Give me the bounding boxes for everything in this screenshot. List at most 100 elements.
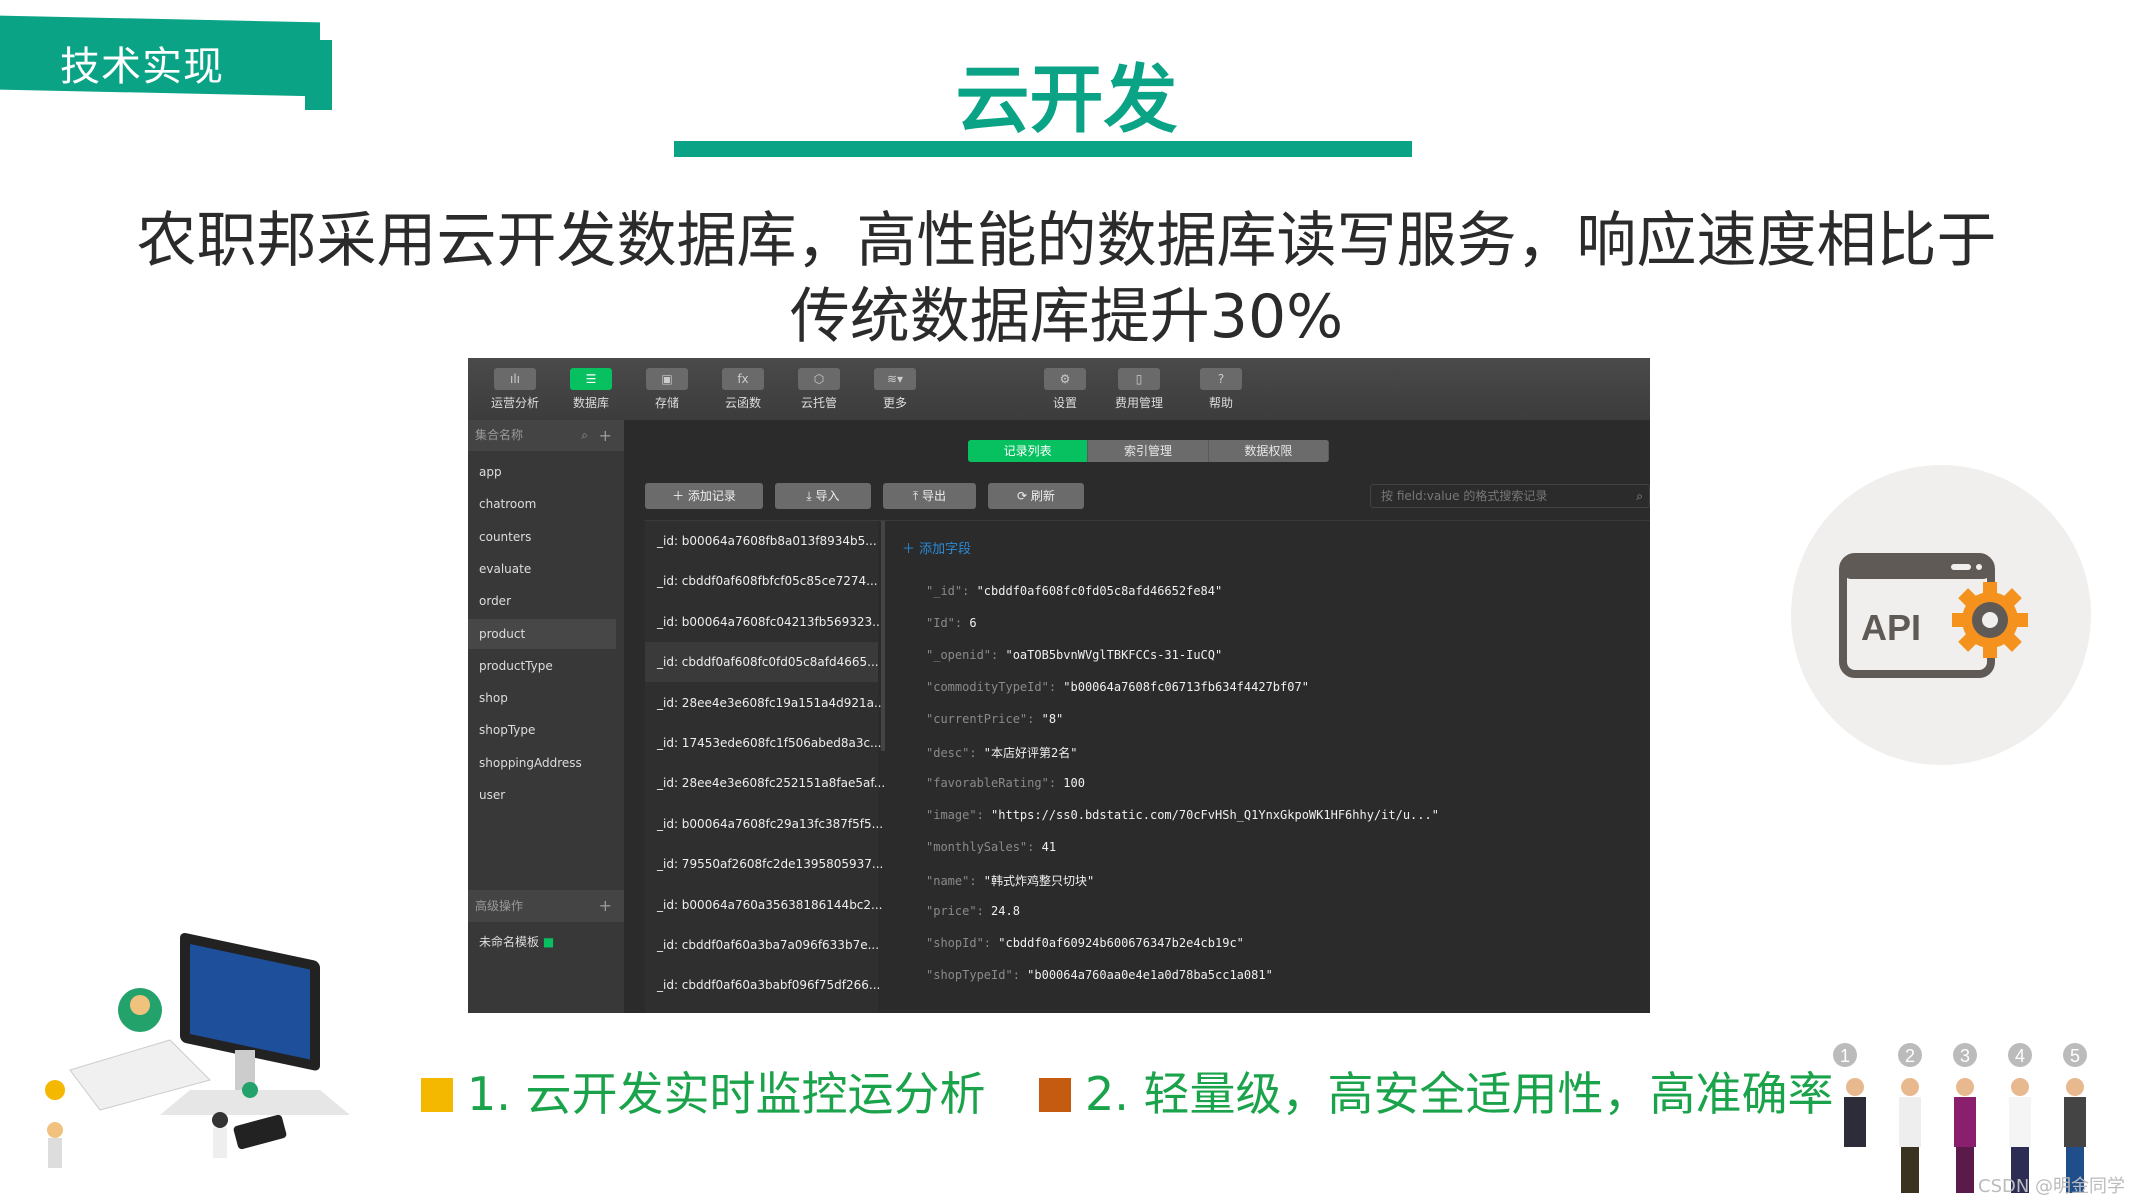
record-row[interactable]: _id: cbddf0af60a3babf096f75df266... [645,965,880,1005]
toolbar-function-button[interactable]: fx 云函数 [718,368,768,411]
toolbar-gear-button[interactable]: ⚙ 设置 [1040,368,1090,411]
export-button[interactable]: ⤒ 导出 [883,483,976,509]
tab-bar: 记录列表 索引管理 数据权限 [968,440,1329,462]
template-item[interactable]: 未命名模板 ■ [479,933,554,950]
record-field: "currentPrice": "8" [926,712,1063,726]
field-key: "commodityTypeId": [926,680,1064,694]
toolbar-box-button[interactable]: ⬡ 云托管 [794,368,844,411]
watermark: CSDN @明金同学 [1978,1176,2126,1197]
record-list-scrollbar[interactable] [881,521,885,751]
record-field: "favorableRating": 100 [926,776,1085,790]
function-icon: fx [722,368,764,390]
collection-item[interactable]: user [468,780,616,810]
field-value[interactable]: "cbddf0af608fc0fd05c8afd46652fe84" [977,584,1223,598]
gear-icon: ⚙ [1044,368,1086,390]
person-figure: 4 [2008,1043,2032,1193]
rank-number: 5 [2070,1046,2080,1066]
collection-item[interactable]: product [468,618,616,649]
billing-icon: ▯ [1118,368,1160,390]
field-value[interactable]: 6 [969,616,976,630]
record-row[interactable]: _id: 17453ede608fc1f506abed8a3c... [645,723,882,763]
record-row[interactable]: _id: 28ee4e3e608fc252151a8fae5af... [645,763,885,803]
field-value[interactable]: "oaTOB5bvnWVglTBKFCCs-31-IuCQ" [1005,648,1222,662]
field-value[interactable]: "韩式炸鸡整只切块" [984,874,1094,888]
record-row[interactable]: _id: 79550af2608fc2de1395805937... [645,844,883,884]
toolbar-billing-button[interactable]: ▯ 费用管理 [1114,368,1164,411]
field-value[interactable]: "b00064a7608fc06713fb634f4427bf07" [1063,680,1309,694]
toolbar-label: 云托管 [800,396,837,410]
record-field: "name": "韩式炸鸡整只切块" [926,872,1094,889]
advanced-ops-header: 高级操作 + [468,890,624,922]
rank-number: 1 [1840,1046,1850,1066]
bullet-square [1039,1078,1071,1112]
collection-item[interactable]: shoppingAddress [468,748,616,778]
field-value[interactable]: 41 [1042,840,1056,854]
database-console-screenshot: ılı 运营分析 ☰ 数据库 ▣ 存储 fx 云函数 ⬡ 云托管 ≋▾ 更多 ⚙ 设置 ▯ 费用管理? 帮助 集… [468,358,1650,1013]
save-icon: ▣ [646,368,688,390]
import-button[interactable]: ⤓ 导入 [775,483,871,509]
record-row[interactable]: _id: cbddf0af608fc0fd05c8afd4665... [645,642,879,683]
add-field-link[interactable]: ＋ 添加字段 [902,538,971,557]
collection-item[interactable]: chatroom [468,489,616,519]
rank-number: 4 [2015,1046,2025,1066]
refresh-button[interactable]: ⟳ 刷新 [988,483,1084,509]
field-value[interactable]: "8" [1042,712,1064,726]
field-value[interactable]: 100 [1063,776,1085,790]
toolbar-label: 云函数 [724,396,761,410]
collection-item[interactable]: shop [468,683,616,713]
toolbar-database-button[interactable]: ☰ 数据库 [566,368,616,411]
field-key: "shopId": [926,936,999,950]
record-row[interactable]: _id: cbddf0af608fbfcf05c85ce7274... [645,561,878,601]
slide-title: 云开发 [955,57,1178,143]
tab-0[interactable]: 记录列表 [968,440,1089,462]
record-field: "desc": "本店好评第2名" [926,744,1077,761]
console-toolbar: ılı 运营分析 ☰ 数据库 ▣ 存储 fx 云函数 ⬡ 云托管 ≋▾ 更多 ⚙ 设置 ▯ 费用管理 ? 帮助 [468,358,1650,420]
record-row[interactable]: _id: b00064a7608fb8a013f8934b5... [645,521,878,561]
subtitle-line1: 农职邦采用云开发数据库，高性能的数据库读写服务，响应速度相比于 [136,206,1997,276]
collection-item[interactable]: evaluate [468,554,616,584]
field-value[interactable]: "本店好评第2名" [984,746,1078,760]
field-key: "name": [926,874,984,888]
status-dot-icon: ■ [542,935,555,949]
add-icon[interactable]: + [599,890,612,922]
collection-item[interactable]: shopType [468,715,616,745]
field-key: "price": [926,904,992,918]
bullet-2: 2. 轻量级，高安全适用性，高准确率 [1039,1058,1834,1124]
record-row[interactable]: _id: b00064a760a35638186144bc2... [645,885,883,925]
toolbar-help-button[interactable]: ? 帮助 [1196,368,1246,411]
toolbar-save-button[interactable]: ▣ 存储 [642,368,692,411]
toolbar-label: 运营分析 [490,396,539,410]
record-row[interactable]: _id: 28ee4e3e608fc19a151a4d921a... [645,683,885,723]
box-icon: ⬡ [798,368,840,390]
record-field: "commodityTypeId": "b00064a7608fc06713fb… [926,680,1309,694]
add-record-button[interactable]: ＋ 添加记录 [645,483,763,509]
field-value[interactable]: 24.8 [991,904,1020,918]
record-search-input[interactable]: 按 field:value 的格式搜索记录 ⌕ [1370,484,1650,508]
search-icon[interactable]: ⌕ [1636,485,1643,507]
tab-1[interactable]: 索引管理 [1088,440,1209,462]
record-field: "price": 24.8 [926,904,1020,918]
field-key: "Id": [926,616,970,630]
collection-item[interactable]: counters [468,522,616,552]
record-row[interactable]: _id: cbddf0af60a3ba7a096f633b7e... [645,925,879,965]
toolbar-label: 设置 [1052,396,1077,410]
toolbar-bar-chart-button[interactable]: ılı 运营分析 [490,368,540,411]
field-value[interactable]: "cbddf0af60924b600676347b2e4cb19c" [998,936,1244,950]
search-icon[interactable]: ⌕ [581,420,588,451]
collection-item[interactable]: app [468,457,616,487]
toolbar-layers-button[interactable]: ≋▾ 更多 [870,368,920,411]
record-row[interactable]: _id: b00064a7608fc29a13fc387f5f5... [645,804,883,844]
database-icon: ☰ [570,368,612,390]
add-collection-icon[interactable]: + [599,420,612,451]
field-value[interactable]: "b00064a760aa0e4e1a0d78ba5cc1a081" [1027,968,1273,982]
record-field: "_id": "cbddf0af608fc0fd05c8afd46652fe84… [926,584,1222,598]
rank-number: 3 [1960,1046,1970,1066]
tab-2[interactable]: 数据权限 [1209,440,1329,462]
collection-item[interactable]: productType [468,651,616,681]
computer-illustration [30,890,410,1194]
field-value[interactable]: "https://ss0.bdstatic.com/70cFvHSh_Q1Ynx… [991,808,1439,822]
field-key: "shopTypeId": [926,968,1028,982]
field-key: "_openid": [926,648,1006,662]
record-row[interactable]: _id: b00064a7608fc04213fb569323... [645,602,884,642]
collection-item[interactable]: order [468,586,616,616]
